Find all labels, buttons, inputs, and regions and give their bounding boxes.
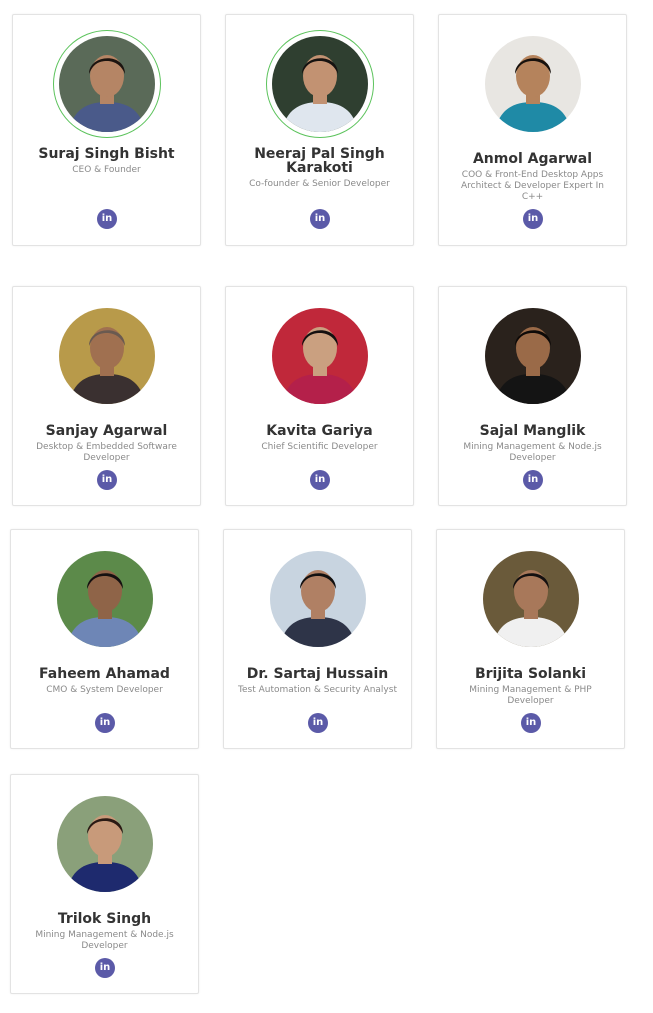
member-name: Sajal Manglik: [479, 423, 586, 439]
avatar: [485, 36, 581, 132]
avatar: [59, 308, 155, 404]
member-role: COO & Front-End Desktop Apps Architect &…: [461, 170, 604, 202]
avatar: [53, 30, 161, 138]
team-card: Dr. Sartaj Hussain Test Automation & Sec…: [223, 529, 412, 749]
team-grid: Suraj Singh Bisht CEO & Founder in Neera…: [0, 0, 653, 1013]
member-name: Trilok Singh: [57, 911, 152, 927]
team-card: Kavita Gariya Chief Scientific Developer…: [225, 286, 414, 506]
member-role: Test Automation & Security Analyst: [238, 685, 397, 695]
member-name: Sanjay Agarwal: [45, 423, 168, 439]
linkedin-icon[interactable]: in: [523, 470, 543, 490]
linkedin-icon[interactable]: in: [521, 713, 541, 733]
member-role: Desktop & Embedded Software Developer: [36, 442, 177, 463]
linkedin-icon[interactable]: in: [310, 209, 330, 229]
linkedin-icon[interactable]: in: [97, 209, 117, 229]
member-name: Faheem Ahamad: [39, 666, 170, 682]
avatar: [57, 796, 153, 892]
member-name: Suraj Singh Bisht: [38, 146, 175, 162]
linkedin-icon[interactable]: in: [95, 713, 115, 733]
linkedin-icon[interactable]: in: [97, 470, 117, 490]
member-role: CEO & Founder: [72, 165, 141, 175]
linkedin-icon[interactable]: in: [95, 958, 115, 978]
avatar: [57, 551, 153, 647]
team-card: Neeraj Pal Singh Karakoti Co-founder & S…: [225, 14, 414, 246]
avatar: [485, 308, 581, 404]
member-role: CMO & System Developer: [46, 685, 163, 695]
team-card: Sajal Manglik Mining Management & Node.j…: [438, 286, 627, 506]
member-name: Dr. Sartaj Hussain: [246, 666, 389, 682]
member-role: Mining Management & Node.js Developer: [35, 930, 174, 951]
team-card: Sanjay Agarwal Desktop & Embedded Softwa…: [12, 286, 201, 506]
avatar: [266, 30, 374, 138]
member-name: Neeraj Pal Singh Karakoti: [254, 146, 385, 176]
avatar: [483, 551, 579, 647]
member-role: Mining Management & PHP Developer: [469, 685, 592, 706]
avatar-photo: [59, 36, 155, 132]
team-card: Anmol Agarwal COO & Front-End Desktop Ap…: [438, 14, 627, 246]
avatar-photo: [272, 36, 368, 132]
team-card: Faheem Ahamad CMO & System Developer in: [10, 529, 199, 749]
member-name: Brijita Solanki: [474, 666, 586, 682]
member-role: Chief Scientific Developer: [261, 442, 378, 452]
avatar: [270, 551, 366, 647]
member-role: Mining Management & Node.js Developer: [463, 442, 602, 463]
linkedin-icon[interactable]: in: [308, 713, 328, 733]
linkedin-icon[interactable]: in: [310, 470, 330, 490]
member-name: Kavita Gariya: [266, 423, 373, 439]
avatar: [272, 308, 368, 404]
member-role: Co-founder & Senior Developer: [249, 179, 390, 189]
linkedin-icon[interactable]: in: [523, 209, 543, 229]
team-card: Trilok Singh Mining Management & Node.js…: [10, 774, 199, 994]
team-card: Suraj Singh Bisht CEO & Founder in: [12, 14, 201, 246]
member-name: Anmol Agarwal: [472, 151, 593, 167]
team-card: Brijita Solanki Mining Management & PHP …: [436, 529, 625, 749]
